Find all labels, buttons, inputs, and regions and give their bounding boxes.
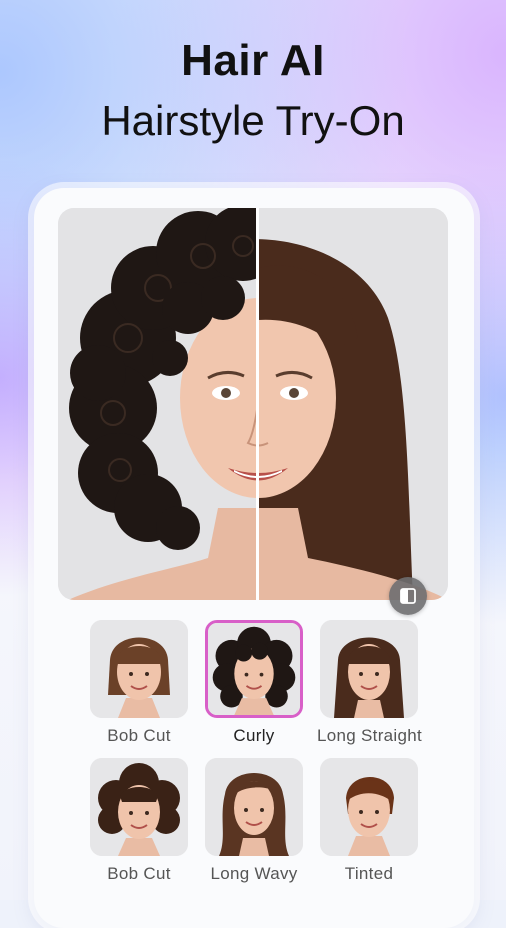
hairstyle-option-long-straight[interactable]: Long Straight [317, 620, 423, 746]
hairstyle-option-curly[interactable]: Curly [202, 620, 306, 746]
headline-subtitle: Hairstyle Try-On [101, 97, 405, 144]
bob-cut-thumbnail-image [90, 620, 188, 718]
bob-cut-wavy-thumbnail-image [90, 758, 188, 856]
hairstyle-thumbnail [205, 758, 303, 856]
headline: Hair AI Hairstyle Try-On [0, 36, 506, 148]
compare-split-icon [400, 588, 416, 604]
before-after-preview[interactable] [58, 208, 448, 600]
long-wavy-thumbnail-image [205, 758, 303, 856]
hairstyle-label: Long Straight [317, 726, 423, 745]
hairstyle-option-long-wavy[interactable]: Long Wavy [202, 758, 306, 884]
hairstyle-thumbnail-selected [205, 620, 303, 718]
hairstyle-thumbnail [90, 620, 188, 718]
hairstyle-option-bob-cut-2[interactable]: Bob Cut [87, 758, 191, 884]
hairstyle-label: Bob Cut [107, 864, 171, 883]
headline-title: Hair AI [181, 36, 325, 85]
hairstyle-label: Bob Cut [107, 726, 171, 745]
compare-toggle-button[interactable] [389, 577, 427, 615]
tinted-thumbnail-image [320, 758, 418, 856]
hairstyle-label: Curly [233, 726, 275, 745]
curly-thumbnail-image [208, 623, 300, 715]
hairstyle-thumbnail [320, 758, 418, 856]
hairstyle-label: Long Wavy [210, 864, 298, 883]
hairstyle-thumbnail [320, 620, 418, 718]
hairstyle-option-tinted[interactable]: Tinted [317, 758, 421, 884]
long-straight-thumbnail-image [320, 620, 418, 718]
portrait-image [58, 208, 448, 600]
hairstyle-label: Tinted [344, 864, 394, 883]
hairstyle-option-bob-cut-1[interactable]: Bob Cut [87, 620, 191, 746]
hairstyle-thumbnail [90, 758, 188, 856]
